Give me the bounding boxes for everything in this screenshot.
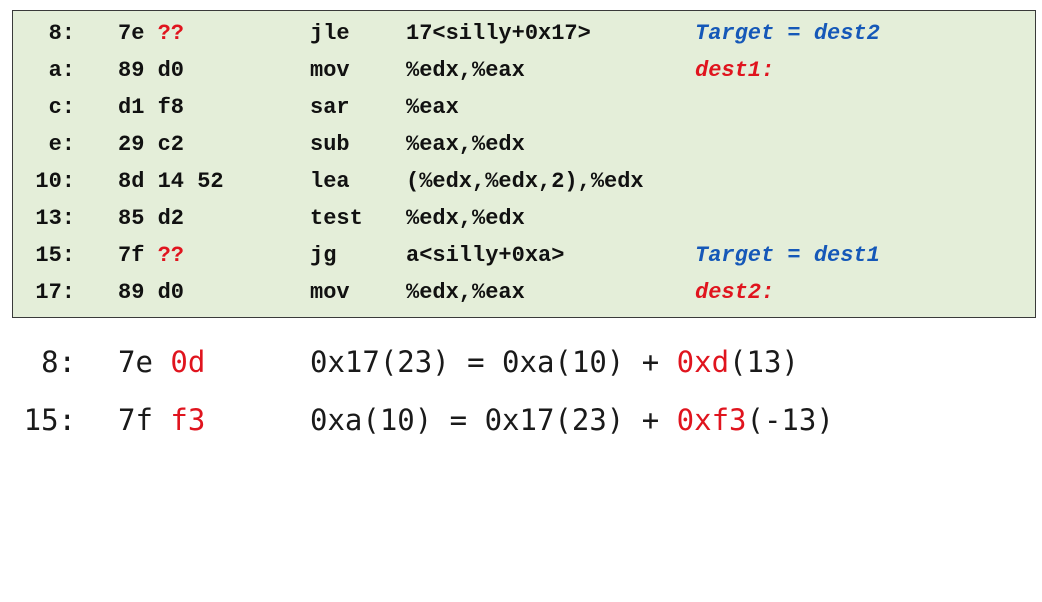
- code-address: 10:: [35, 169, 75, 194]
- calc-address: 15:: [23, 403, 76, 437]
- calc-expression-tail: (-13): [746, 403, 834, 437]
- code-address: 8:: [48, 21, 75, 46]
- calc-offset: 0d: [170, 345, 206, 379]
- code-annotation: Target = dest2: [695, 21, 880, 46]
- code-mnemonic: sar: [310, 95, 350, 120]
- code-operands: %edx,%eax: [406, 58, 525, 83]
- code-bytes-known: 7f: [118, 243, 158, 268]
- code-line: e: 29 c2 sub %eax,%edx: [13, 126, 1035, 163]
- code-mnemonic: mov: [310, 58, 350, 83]
- calc-expression-offset: 0xf3: [676, 403, 747, 437]
- calc-expression-tail: (13): [729, 345, 799, 379]
- calc-opcode: 7e: [118, 345, 153, 379]
- code-line: c: d1 f8 sar %eax: [13, 89, 1035, 126]
- code-bytes-unknown: ??: [157, 243, 185, 268]
- code-bytes: d1 f8: [118, 95, 185, 120]
- code-mnemonic: sub: [310, 132, 350, 157]
- calc-expression-lead: 0xa(10) = 0x17(23) +: [310, 403, 677, 437]
- code-line: 10: 8d 14 52 lea (%edx,%edx,2),%edx: [13, 163, 1035, 200]
- code-address: c:: [48, 95, 75, 120]
- code-annotation: Target = dest1: [695, 243, 880, 268]
- offset-calculation: 15: 7f f3 0xa(10) = 0x17(23) + 0xf3(-13): [0, 394, 1042, 446]
- code-operands: %edx,%eax: [406, 280, 525, 305]
- code-bytes: 89 d0: [118, 58, 185, 83]
- calc-offset: f3: [170, 403, 206, 437]
- code-mnemonic: jle: [310, 21, 350, 46]
- calc-address: 8:: [41, 345, 76, 379]
- code-mnemonic: test: [310, 206, 363, 231]
- calc-expression-offset: 0xd: [676, 345, 730, 379]
- calc-expression: 0x17(23) = 0xa(10) + 0xd(13): [310, 336, 799, 388]
- disassembly-box: 8: 7e ?? jle 17<silly+0x17> Target = des…: [12, 10, 1036, 318]
- code-label: dest2:: [695, 280, 775, 305]
- code-mnemonic: mov: [310, 280, 350, 305]
- calc-expression-lead: 0x17(23) = 0xa(10) +: [310, 345, 677, 379]
- code-line: 15: 7f ?? jg a<silly+0xa> Target = dest1: [13, 237, 1035, 274]
- code-mnemonic: jg: [310, 243, 337, 268]
- code-address: e:: [48, 132, 75, 157]
- code-address: 15:: [35, 243, 75, 268]
- code-line: a: 89 d0 mov %edx,%eax dest1:: [13, 52, 1035, 89]
- code-address: a:: [48, 58, 75, 83]
- code-mnemonic: lea: [310, 169, 350, 194]
- code-operands: %eax,%edx: [406, 132, 525, 157]
- calc-opcode: 7f: [118, 403, 153, 437]
- code-operands: %edx,%edx: [406, 206, 525, 231]
- code-bytes: 29 c2: [118, 132, 185, 157]
- code-bytes: 8d 14 52: [118, 169, 224, 194]
- code-line: 17: 89 d0 mov %edx,%eax dest2:: [13, 274, 1035, 311]
- code-line: 13: 85 d2 test %edx,%edx: [13, 200, 1035, 237]
- code-label: dest1:: [695, 58, 775, 83]
- code-bytes: 7f ??: [118, 237, 184, 274]
- code-operands: 17<silly+0x17>: [406, 21, 591, 46]
- code-bytes-unknown: ??: [157, 21, 185, 46]
- code-operands: (%edx,%edx,2),%edx: [406, 169, 644, 194]
- code-bytes: 89 d0: [118, 280, 185, 305]
- code-address: 17:: [35, 280, 75, 305]
- calc-expression: 0xa(10) = 0x17(23) + 0xf3(-13): [310, 394, 834, 446]
- offset-calculation: 8: 7e 0d 0x17(23) = 0xa(10) + 0xd(13): [0, 336, 1042, 388]
- calc-bytes: 7e 0d: [118, 336, 205, 388]
- code-line: 8: 7e ?? jle 17<silly+0x17> Target = des…: [13, 15, 1035, 52]
- code-address: 13:: [35, 206, 75, 231]
- calc-bytes: 7f f3: [118, 394, 205, 446]
- code-operands: a<silly+0xa>: [406, 243, 565, 268]
- code-bytes: 7e ??: [118, 15, 184, 52]
- code-bytes-known: 7e: [118, 21, 158, 46]
- code-bytes: 85 d2: [118, 206, 185, 231]
- code-operands: %eax: [406, 95, 459, 120]
